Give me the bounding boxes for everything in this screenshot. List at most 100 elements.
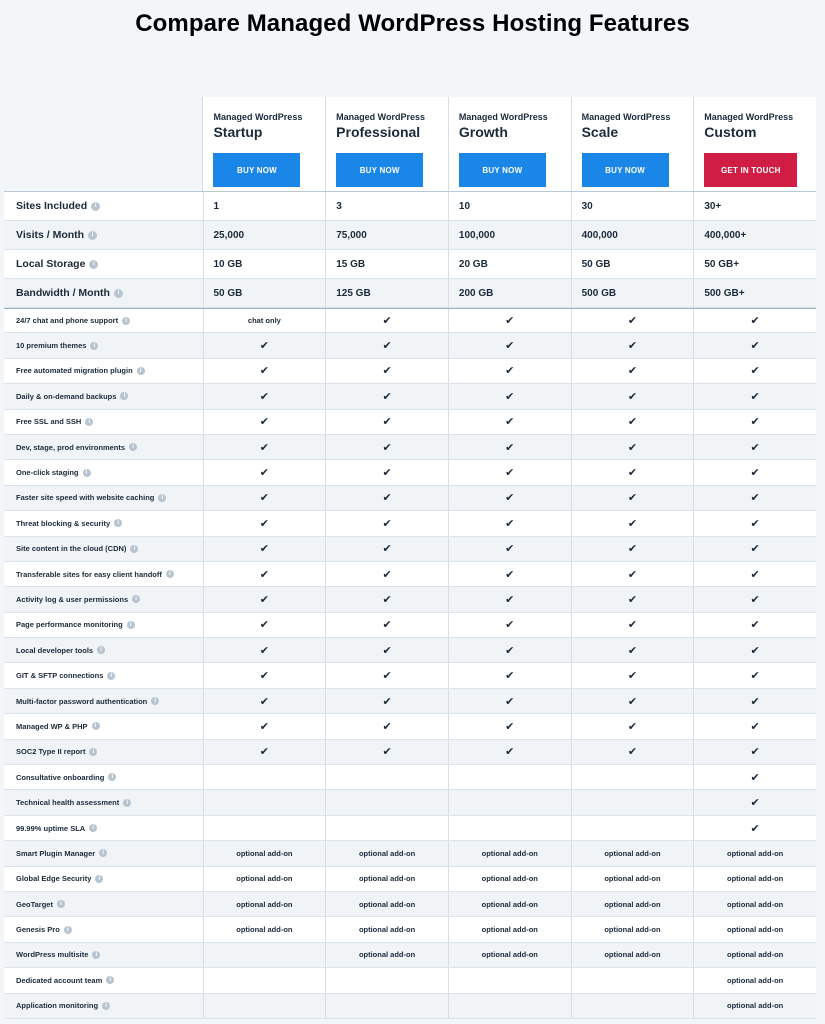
plan-name: Growth [458, 124, 508, 140]
spec-value: 200 GB [447, 279, 571, 307]
info-icon[interactable]: i [120, 392, 129, 401]
info-icon[interactable]: i [89, 259, 99, 269]
checkmark-icon: ✔ [505, 568, 515, 581]
feature-value: optional add-on [693, 891, 816, 917]
checkmark-icon: ✔ [382, 340, 392, 353]
buy-now-button-growth[interactable]: BUY NOW [458, 153, 546, 187]
feature-value [570, 765, 694, 790]
feature-label-text: Site content in the cloud (CDN) [16, 544, 127, 554]
info-icon[interactable]: i [113, 288, 123, 298]
feature-value: optional add-on [202, 866, 326, 891]
feature-value: ✔ [447, 384, 571, 409]
feature-label-text: Application monitoring [16, 1001, 99, 1011]
feature-row: Multi-factor password authentication i ✔ ✔ ✔… [4, 688, 816, 715]
feature-value: ✔ [447, 309, 571, 333]
feature-value: ✔ [693, 739, 816, 765]
plan-header-custom: Managed WordPress Custom GET IN TOUCH [693, 97, 816, 191]
feature-value-text: optional add-on [481, 899, 538, 909]
info-icon[interactable]: i [82, 468, 91, 477]
feature-value: ✔ [570, 309, 694, 333]
info-icon[interactable]: i [123, 798, 132, 807]
feature-value: ✔ [325, 384, 448, 409]
feature-value: ✔ [570, 663, 694, 688]
info-icon[interactable]: i [85, 417, 94, 426]
info-icon[interactable]: i [129, 443, 138, 452]
feature-label: Multi-factor password authentication i [4, 689, 203, 713]
buy-now-button-startup[interactable]: BUY NOW [213, 153, 301, 187]
feature-value-text: optional add-on [604, 950, 661, 960]
feature-value-text: optional add-on [727, 848, 784, 858]
feature-value-text: optional add-on [236, 899, 293, 909]
feature-value: optional add-on [325, 841, 448, 866]
info-icon[interactable]: i [56, 900, 65, 909]
feature-value: ✔ [202, 612, 326, 638]
info-icon[interactable]: i [95, 874, 104, 883]
feature-row: WordPress multisite i optional add-on optio… [4, 942, 816, 969]
feature-value: ✔ [325, 638, 448, 663]
info-icon[interactable]: i [107, 671, 116, 680]
feature-value: ✔ [202, 511, 326, 536]
feature-value: chat only [202, 309, 326, 333]
info-icon[interactable]: i [158, 493, 167, 502]
checkmark-icon: ✔ [627, 670, 638, 683]
feature-label: Page performance monitoring i [4, 613, 203, 637]
feature-value: ✔ [325, 409, 448, 434]
info-icon[interactable]: i [132, 595, 141, 604]
info-icon[interactable]: i [88, 230, 98, 240]
feature-value-text: optional add-on [236, 848, 293, 858]
info-icon[interactable]: i [92, 950, 101, 959]
feature-value [325, 815, 448, 841]
plan-header-row: Managed WordPress Startup BUY NOW Manage… [4, 97, 816, 192]
info-icon[interactable]: i [165, 570, 174, 579]
info-icon[interactable]: i [90, 341, 99, 350]
checkmark-icon: ✔ [259, 644, 269, 657]
buy-now-button-professional[interactable]: BUY NOW [336, 153, 424, 187]
checkmark-icon: ✔ [382, 543, 392, 556]
feature-label: One-click staging i [4, 460, 203, 484]
get-in-touch-button[interactable]: GET IN TOUCH [704, 153, 798, 187]
spec-row: Sites Included i 1 3 10 30 30+ [4, 192, 816, 221]
feature-value: ✔ [325, 612, 448, 638]
info-icon[interactable]: i [99, 849, 108, 858]
feature-value [325, 790, 448, 815]
checkmark-icon: ✔ [750, 467, 760, 480]
feature-value: ✔ [447, 358, 571, 384]
feature-label: Faster site speed with website caching i [4, 486, 203, 510]
plan-kicker: Managed WordPress [458, 112, 548, 122]
info-icon[interactable]: i [91, 201, 101, 211]
info-icon[interactable]: i [136, 366, 145, 375]
buy-now-button-scale[interactable]: BUY NOW [581, 153, 669, 187]
checkmark-icon: ✔ [382, 416, 392, 429]
info-icon[interactable]: i [102, 1001, 111, 1010]
spec-value: 50 GB [570, 250, 694, 278]
info-icon[interactable]: i [122, 316, 131, 325]
info-icon[interactable]: i [106, 976, 115, 985]
checkmark-icon: ✔ [750, 771, 760, 784]
feature-value: ✔ [202, 714, 326, 739]
info-icon[interactable]: i [97, 646, 106, 655]
info-icon[interactable]: i [114, 519, 123, 528]
feature-value-text: optional add-on [727, 1001, 784, 1011]
checkmark-icon: ✔ [382, 568, 392, 581]
feature-value: ✔ [570, 485, 694, 511]
info-icon[interactable]: i [89, 824, 98, 832]
info-icon[interactable]: i [126, 620, 135, 629]
feature-value: ✔ [325, 587, 448, 612]
checkmark-icon: ✔ [382, 746, 392, 759]
feature-value: ✔ [693, 409, 816, 434]
info-icon[interactable]: i [151, 697, 160, 706]
checkmark-icon: ✔ [259, 390, 269, 403]
info-icon[interactable]: i [108, 773, 117, 782]
checkmark-icon: ✔ [259, 416, 269, 429]
checkmark-icon: ✔ [382, 492, 392, 505]
checkmark-icon: ✔ [627, 416, 638, 429]
feature-value: ✔ [693, 790, 816, 815]
spec-value: 100,000 [447, 221, 571, 249]
info-icon[interactable]: i [63, 925, 72, 934]
info-icon[interactable]: i [130, 544, 139, 553]
feature-value: ✔ [325, 333, 448, 358]
spec-value: 500 GB [570, 279, 694, 307]
feature-value: optional add-on [570, 917, 694, 942]
info-icon[interactable]: i [91, 722, 100, 731]
info-icon[interactable]: i [89, 747, 98, 756]
